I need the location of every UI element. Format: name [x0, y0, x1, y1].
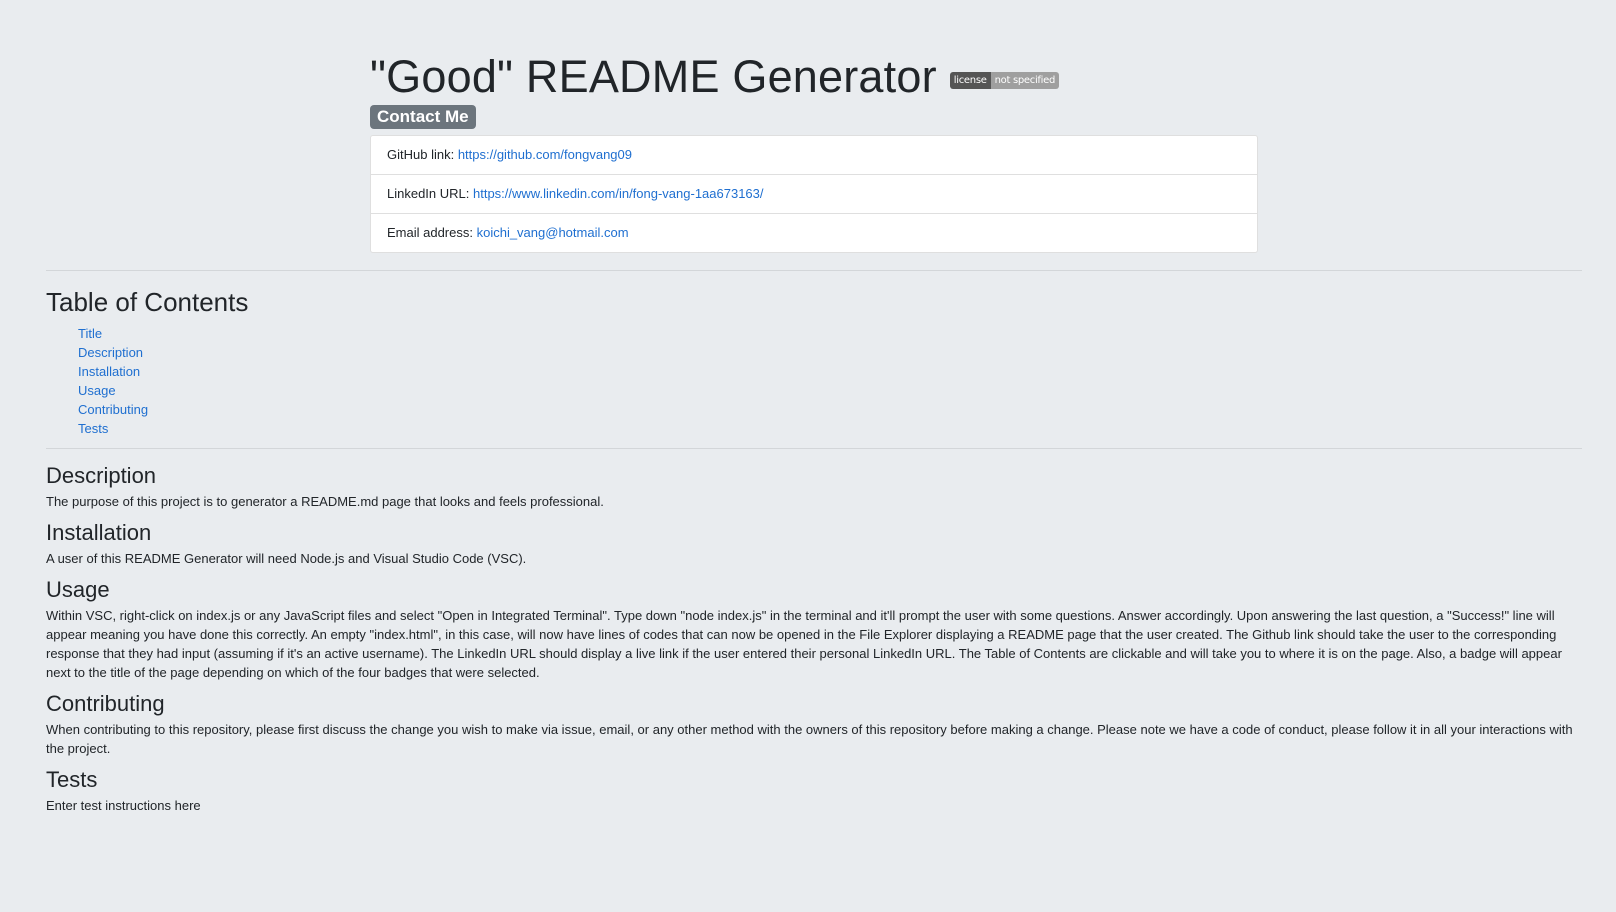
- toc-link-tests[interactable]: Tests: [78, 421, 108, 436]
- contributing-heading: Contributing: [46, 691, 165, 716]
- usage-text: Within VSC, right-click on index.js or a…: [46, 608, 1562, 680]
- linkedin-label: LinkedIn URL:: [387, 186, 473, 201]
- license-badge-label: license: [949, 71, 991, 89]
- table-of-contents: Table of Contents Title Description Inst…: [46, 284, 248, 438]
- toc-link-installation[interactable]: Installation: [78, 364, 140, 379]
- header-jumbotron: "Good" README Generator license not spec…: [370, 50, 1258, 253]
- readme-content: Description The purpose of this project …: [46, 460, 1582, 821]
- email-link[interactable]: koichi_vang@hotmail.com: [477, 225, 629, 240]
- description-text: The purpose of this project is to genera…: [46, 494, 604, 509]
- contributing-text: When contributing to this repository, pl…: [46, 722, 1573, 756]
- usage-heading: Usage: [46, 577, 110, 602]
- divider-toc: [46, 448, 1582, 449]
- toc-item-title: Title: [78, 324, 248, 343]
- toc-item-installation: Installation: [78, 362, 248, 381]
- section-usage: Usage Within VSC, right-click on index.j…: [46, 574, 1582, 682]
- toc-link-usage[interactable]: Usage: [78, 383, 116, 398]
- section-description: Description The purpose of this project …: [46, 460, 1582, 511]
- github-label: GitHub link:: [387, 147, 458, 162]
- license-badge-value: not specified: [990, 71, 1060, 89]
- contact-item-linkedin: LinkedIn URL: https://www.linkedin.com/i…: [371, 174, 1257, 213]
- toc-link-title[interactable]: Title: [78, 326, 102, 341]
- contact-item-email: Email address: koichi_vang@hotmail.com: [371, 213, 1257, 252]
- toc-link-description[interactable]: Description: [78, 345, 143, 360]
- section-contributing: Contributing When contributing to this r…: [46, 688, 1582, 758]
- github-link[interactable]: https://github.com/fongvang09: [458, 147, 632, 162]
- linkedin-link[interactable]: https://www.linkedin.com/in/fong-vang-1a…: [473, 186, 764, 201]
- divider-top: [46, 270, 1582, 271]
- toc-title: Table of Contents: [46, 287, 249, 317]
- toc-item-usage: Usage: [78, 381, 248, 400]
- page-title: "Good" README Generator: [370, 51, 937, 102]
- contact-me-badge: Contact Me: [370, 105, 476, 129]
- tests-text: Enter test instructions here: [46, 798, 201, 813]
- toc-item-contributing: Contributing: [78, 400, 248, 419]
- section-tests: Tests Enter test instructions here: [46, 764, 1582, 815]
- license-badge: license not specified: [949, 71, 1060, 89]
- toc-list: Title Description Installation Usage Con…: [46, 324, 248, 438]
- installation-heading: Installation: [46, 520, 152, 545]
- installation-text: A user of this README Generator will nee…: [46, 551, 527, 566]
- tests-heading: Tests: [46, 767, 98, 792]
- email-label: Email address:: [387, 225, 477, 240]
- title-row: "Good" README Generator license not spec…: [370, 50, 1258, 104]
- toc-item-description: Description: [78, 343, 248, 362]
- contact-list: GitHub link: https://github.com/fongvang…: [370, 135, 1258, 253]
- toc-item-tests: Tests: [78, 419, 248, 438]
- toc-link-contributing[interactable]: Contributing: [78, 402, 148, 417]
- section-installation: Installation A user of this README Gener…: [46, 517, 1582, 568]
- contact-item-github: GitHub link: https://github.com/fongvang…: [371, 136, 1257, 174]
- description-heading: Description: [46, 463, 157, 488]
